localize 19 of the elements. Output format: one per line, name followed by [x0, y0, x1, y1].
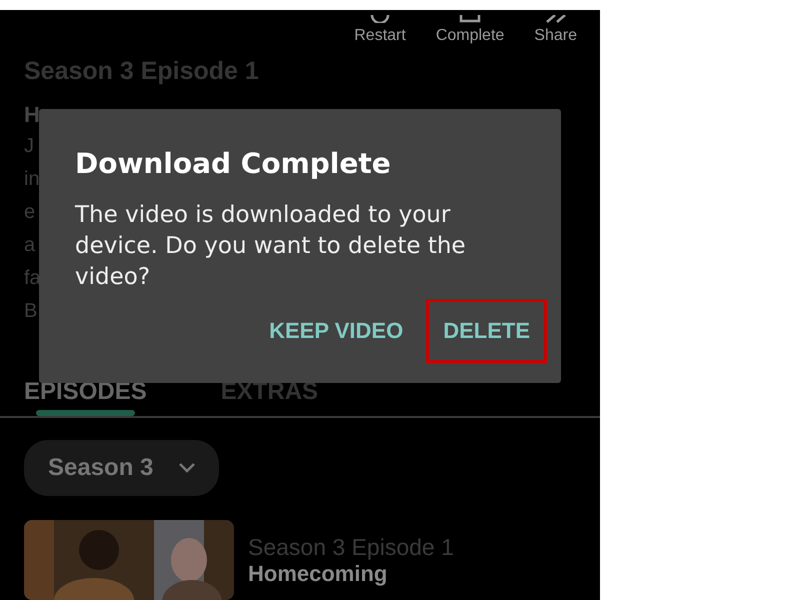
tab[interactable]: EPISODES [24, 378, 147, 416]
dialog-button[interactable]: KEEP VIDEO [252, 299, 420, 363]
dialog-message: The video is downloaded to your device. Do you want to delete the video? [75, 201, 467, 292]
description-line: B [24, 299, 38, 324]
dialog-button[interactable]: DELETE [426, 299, 547, 363]
season-dropdown[interactable]: Season 3 [24, 440, 220, 496]
action-label[interactable]: Complete [436, 27, 504, 45]
episode-title: H [24, 101, 40, 129]
description-line: a [24, 233, 36, 258]
action-label[interactable]: Share [534, 27, 577, 45]
description-line: fa [24, 266, 41, 291]
action-label[interactable]: Restart [354, 27, 406, 45]
description-line: J [24, 134, 34, 159]
episode-name: Homecoming [248, 561, 388, 587]
episode-number: Season 3 Episode 1 [248, 534, 454, 561]
description-line: in [24, 167, 40, 192]
dialog-title: Download Complete [75, 147, 392, 180]
description-line: e [24, 200, 36, 225]
chevron-icon [179, 463, 196, 473]
